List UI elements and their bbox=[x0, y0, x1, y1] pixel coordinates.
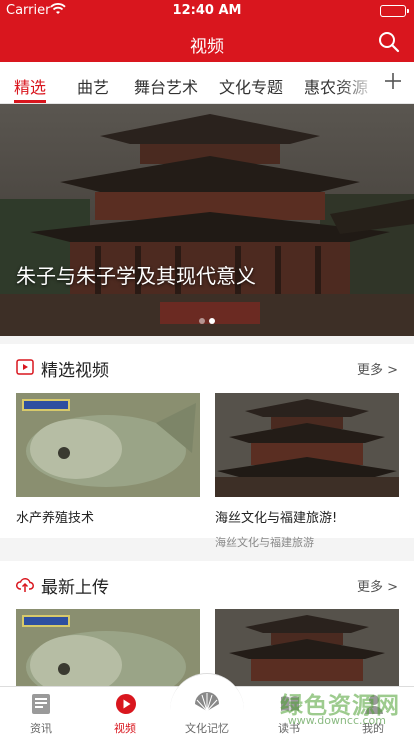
section-title: 精选视频 bbox=[41, 361, 109, 381]
battery-icon bbox=[380, 5, 409, 17]
banner-carousel[interactable] bbox=[0, 104, 414, 336]
tab-culture-topics[interactable]: 文化专题 bbox=[219, 74, 283, 98]
category-tabs: 精选 曲艺 舞台艺术 文化专题 惠农资源 bbox=[0, 62, 414, 104]
video-card[interactable] bbox=[16, 609, 200, 686]
nav-bar: 视频 bbox=[0, 22, 414, 62]
more-link[interactable]: 更多 > bbox=[357, 359, 398, 378]
page-title: 视频 bbox=[190, 37, 224, 57]
tab-featured[interactable]: 精选 bbox=[14, 74, 46, 98]
banner-caption[interactable]: 朱子与朱子学及其现代意义 bbox=[16, 260, 256, 289]
tab-news[interactable]: 资讯 bbox=[0, 687, 82, 736]
watermark-url: www.downcc.com bbox=[287, 714, 386, 727]
section-title: 最新上传 bbox=[41, 578, 109, 598]
video-thumbnail bbox=[215, 609, 399, 686]
tab-label: 视频 bbox=[114, 722, 136, 735]
more-link[interactable]: 更多 > bbox=[357, 576, 398, 595]
video-card[interactable]: 海丝文化与福建旅游! 海丝文化与福建旅游 bbox=[215, 393, 399, 550]
carousel-dot-active[interactable] bbox=[209, 318, 215, 324]
video-thumbnail bbox=[16, 609, 200, 686]
plus-icon[interactable] bbox=[382, 70, 404, 92]
section-header: 最新上传 更多 > bbox=[0, 561, 414, 607]
active-tab-indicator bbox=[14, 100, 46, 103]
play-square-icon bbox=[16, 358, 34, 376]
tab-label: 文化记忆 bbox=[185, 722, 229, 735]
status-bar: Carrier 12:40 AM bbox=[0, 0, 414, 22]
cloud-upload-icon bbox=[16, 575, 34, 593]
watermark: 绿色资源网 www.downcc.com bbox=[250, 686, 400, 736]
play-circle-icon bbox=[115, 693, 136, 715]
video-card[interactable]: 水产养殖技术 bbox=[16, 393, 200, 526]
video-title: 海丝文化与福建旅游! bbox=[215, 511, 338, 526]
video-thumbnail bbox=[215, 393, 399, 497]
clock: 12:40 AM bbox=[172, 3, 242, 18]
banner-image bbox=[0, 104, 414, 336]
section-featured-videos: 精选视频 更多 > 水产养殖技术 海丝文化与福建旅游! 海丝文化与福建旅游 bbox=[0, 344, 414, 549]
tab-fade bbox=[338, 62, 378, 103]
news-icon bbox=[31, 693, 51, 715]
video-subtitle: 海丝文化与福建旅游 bbox=[215, 536, 314, 549]
video-thumbnail bbox=[16, 393, 200, 497]
tab-stage-art[interactable]: 舞台艺术 bbox=[134, 74, 198, 98]
section-header: 精选视频 更多 > bbox=[0, 344, 414, 390]
search-icon[interactable] bbox=[378, 31, 400, 53]
video-card[interactable] bbox=[215, 609, 399, 686]
tab-opera[interactable]: 曲艺 bbox=[77, 74, 109, 98]
fan-icon bbox=[192, 691, 222, 713]
section-latest-uploads: 最新上传 更多 > bbox=[0, 561, 414, 686]
tab-culture-memory[interactable]: 文化记忆 bbox=[166, 687, 248, 736]
carousel-dots bbox=[0, 309, 414, 328]
video-title: 水产养殖技术 bbox=[16, 511, 95, 526]
tab-label: 资讯 bbox=[30, 722, 52, 735]
carousel-dot[interactable] bbox=[199, 318, 205, 324]
tab-video[interactable]: 视频 bbox=[84, 687, 166, 736]
